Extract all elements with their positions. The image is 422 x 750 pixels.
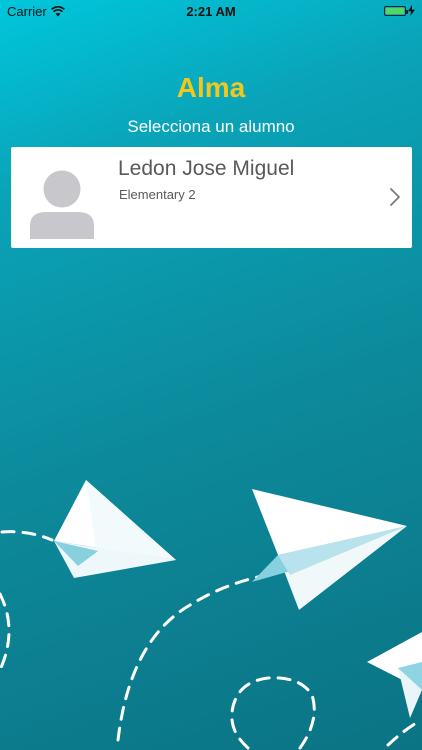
battery-level-fill: [386, 7, 404, 14]
app-title: Alma: [176, 72, 246, 103]
flight-path-right: [386, 720, 420, 747]
screen: Carrier 2:21 AM Alma Selecciona un alumn…: [0, 0, 422, 750]
person-silhouette-icon: [30, 170, 94, 239]
flight-path-circle: [230, 676, 316, 750]
student-name: Ledon Jose Miguel: [118, 157, 295, 180]
page-subtitle: Selecciona un alumno: [127, 117, 295, 136]
paper-plane-right: [367, 632, 422, 718]
battery-group: [384, 5, 415, 16]
flight-path-loop-left: [0, 592, 11, 672]
paper-plane-left: [54, 480, 176, 578]
student-list-item[interactable]: Ledon Jose Miguel Elementary 2: [11, 147, 412, 248]
status-time: 2:21 AM: [186, 4, 236, 19]
chevron-right-icon: [390, 188, 400, 206]
student-grade: Elementary 2: [119, 187, 196, 202]
flight-path-center: [116, 574, 264, 742]
paper-planes-background: [0, 480, 422, 750]
flight-path-left: [0, 530, 54, 542]
status-bar: Carrier 2:21 AM: [0, 0, 422, 22]
charging-bolt-icon: [408, 5, 415, 16]
battery-icon: [384, 5, 408, 16]
paper-plane-center: [252, 489, 407, 610]
